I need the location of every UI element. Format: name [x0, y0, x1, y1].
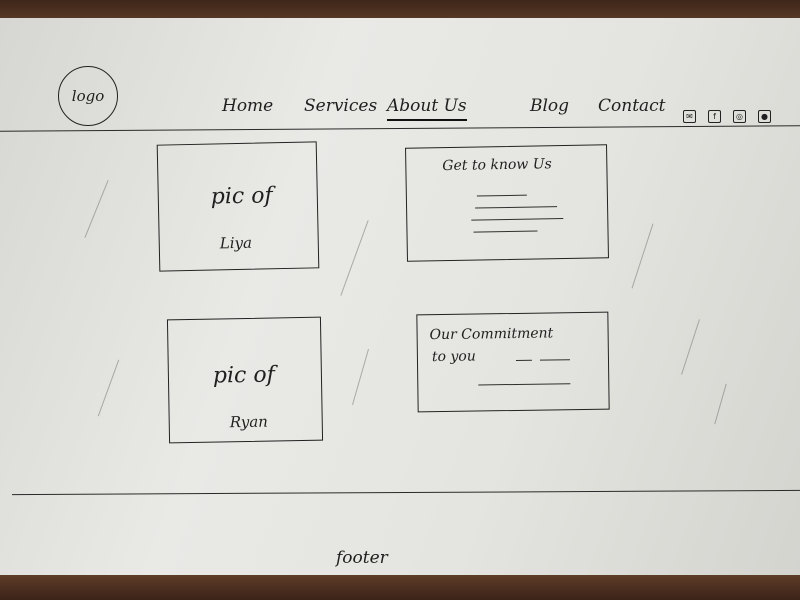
- card-get-to-know-us: Get to know Us: [405, 144, 609, 262]
- nav-blog[interactable]: Blog: [530, 96, 569, 116]
- social-icons: ✉ f ◎ ●: [683, 110, 771, 123]
- nav-contact[interactable]: Contact: [598, 96, 666, 116]
- nav-about-us[interactable]: About Us: [387, 96, 467, 121]
- footer-divider: [12, 489, 800, 496]
- nav-home[interactable]: Home: [222, 96, 273, 116]
- header-divider: [0, 125, 800, 132]
- nav-services[interactable]: Services: [304, 96, 377, 116]
- logo[interactable]: logo: [58, 66, 118, 126]
- table-bottom-edge: [0, 575, 800, 600]
- mail-icon[interactable]: ✉: [683, 110, 696, 123]
- photo-ryan: pic of Ryan: [166, 316, 324, 444]
- card-our-commitment: Our Commitment to you: [416, 311, 610, 413]
- footer-label: footer: [336, 548, 388, 568]
- social-icon[interactable]: ◎: [733, 110, 746, 123]
- facebook-icon[interactable]: f: [708, 110, 721, 123]
- wireframe-sheet: logo Home Services About Us Blog Contact…: [0, 18, 800, 576]
- photo-liya: pic of Liya: [156, 141, 320, 272]
- instagram-icon[interactable]: ●: [758, 110, 771, 123]
